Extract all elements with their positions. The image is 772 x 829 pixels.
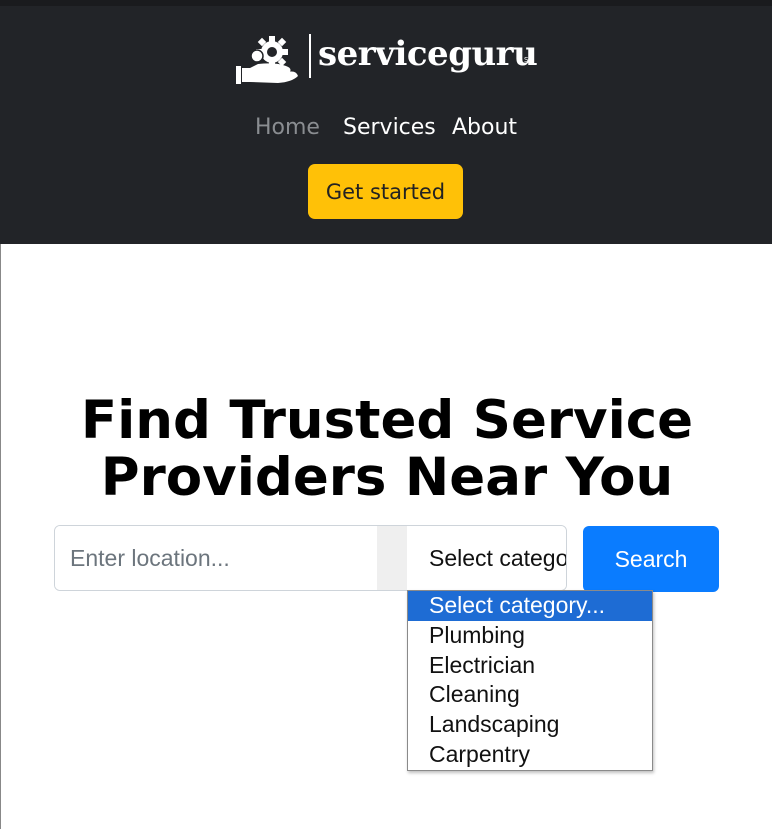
hero-title-line-1: Find Trusted Service xyxy=(80,390,694,451)
nav-home[interactable]: Home xyxy=(255,110,320,146)
category-option[interactable]: Carpentry xyxy=(408,740,652,770)
category-select[interactable]: Select category... xyxy=(407,526,566,590)
category-option[interactable]: Landscaping xyxy=(408,710,652,740)
nav-about[interactable]: About xyxy=(452,110,517,146)
brand-suffix: SG xyxy=(524,56,534,64)
hero-section: Find Trusted Service Providers Near You … xyxy=(0,244,772,829)
brand-name: serviceguru xyxy=(318,34,538,74)
hand-gear-icon xyxy=(236,36,298,84)
nav-services[interactable]: Services xyxy=(343,110,436,146)
main-nav: Home Services About xyxy=(0,110,772,146)
logo-divider xyxy=(309,34,311,78)
site-header: serviceguru SG Home Services About Get s… xyxy=(0,6,772,244)
category-option[interactable]: Cleaning xyxy=(408,680,652,710)
hero-title-line-2: Providers Near You xyxy=(100,447,674,508)
input-spacer xyxy=(377,526,407,590)
brand-logo[interactable]: serviceguru SG xyxy=(236,34,546,86)
category-dropdown-list: Select category... Plumbing Electrician … xyxy=(407,590,653,771)
get-started-button[interactable]: Get started xyxy=(308,164,463,219)
location-input[interactable] xyxy=(55,526,377,590)
search-button[interactable]: Search xyxy=(583,526,719,592)
search-form: Select category... xyxy=(54,525,567,591)
hero-title: Find Trusted Service Providers Near You xyxy=(1,392,772,506)
category-option[interactable]: Electrician xyxy=(408,651,652,681)
category-option[interactable]: Plumbing xyxy=(408,621,652,651)
category-option[interactable]: Select category... xyxy=(408,591,652,621)
